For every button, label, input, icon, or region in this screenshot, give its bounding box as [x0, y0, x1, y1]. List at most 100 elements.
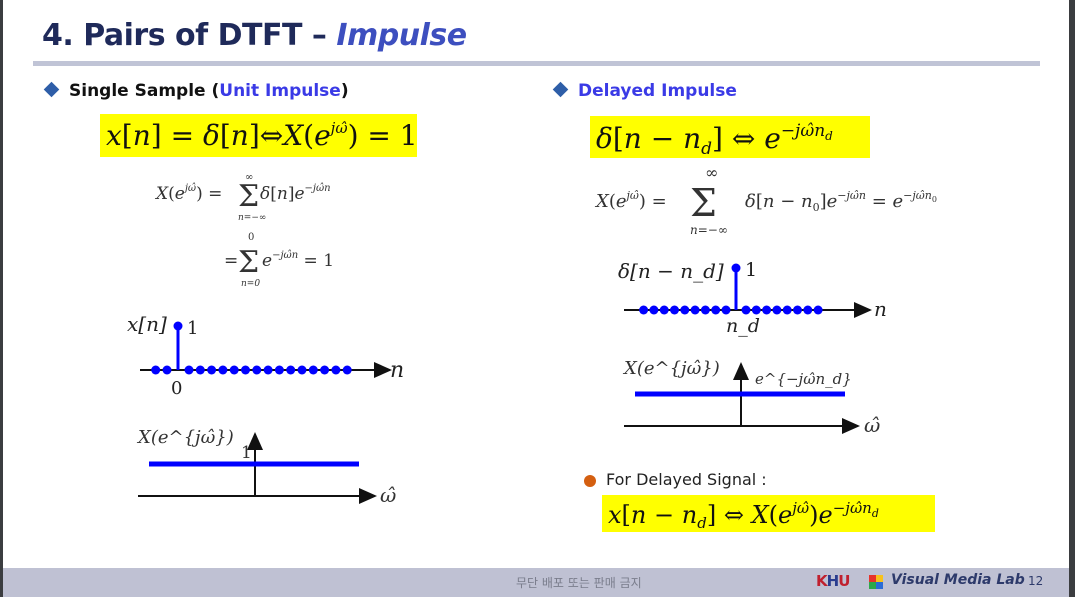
- spectrum-ylabel: X(e^{jω̂}): [136, 427, 234, 448]
- svg-text:Σ: Σ: [238, 179, 259, 214]
- zero-sample-dot: [342, 365, 352, 375]
- svg-text:x[n − nd] ⇔ X(ejω̂)e−jω̂nd: x[n − nd] ⇔ X(ejω̂)e−jω̂nd: [608, 499, 879, 532]
- diamond-bullet-icon: [43, 81, 60, 98]
- svg-text:n=0: n=0: [241, 279, 260, 289]
- khu-logo-k: K: [816, 572, 828, 590]
- khu-logo: KHU: [816, 572, 850, 590]
- omega-axis-label: ω̂: [380, 483, 396, 507]
- stem-origin-label: 0: [171, 378, 182, 399]
- stem-ylabel: δ[n − n_d]: [618, 259, 724, 283]
- slide-title: 4. Pairs of DTFT – Impulse: [42, 18, 467, 53]
- lab-logo-square: [869, 582, 876, 589]
- highlight-delayed-impulse-pair: δ[n − nd] ⇔ e−jω̂nd: [590, 116, 870, 159]
- zero-sample-dot: [649, 305, 659, 315]
- unit-impulse-pair-formula: x[n] = δ[n]⇔X(ejω̂) = 1: [106, 119, 418, 152]
- lab-name: Visual Media Lab: [891, 572, 1025, 588]
- svg-text:Σ: Σ: [238, 245, 259, 280]
- zero-sample-dot: [241, 365, 250, 375]
- zero-sample-dot: [286, 365, 296, 375]
- delayed-impulse-pair-formula: δ[n − nd] ⇔ e−jω̂nd: [596, 121, 833, 159]
- highlight-delayed-signal-pair: x[n − nd] ⇔ X(ejω̂)e−jω̂nd: [602, 495, 935, 532]
- delayed-impulse-spectrum-plot: X(e^{jω̂}) e^{−jω̂n_d} ω̂: [622, 358, 880, 437]
- bullet-text-suffix: ): [340, 81, 349, 101]
- zero-sample-dot: [680, 305, 690, 315]
- svg-text:0: 0: [248, 232, 254, 243]
- zero-sample-dot: [803, 305, 813, 315]
- zero-sample-dot: [721, 305, 731, 315]
- note-label: For Delayed Signal :: [606, 470, 767, 489]
- spectrum-level-label: e^{−jω̂n_d}: [755, 370, 852, 388]
- zero-sample-dot: [690, 305, 700, 315]
- unit-impulse-stem-plot: n x[n] 1 0: [127, 312, 404, 399]
- stem-value-label: 1: [745, 259, 757, 281]
- svg-text:e−jω̂n = 1: e−jω̂n = 1: [262, 250, 334, 271]
- stem-samples: [151, 321, 352, 375]
- svg-text:X(ejω̂) =: X(ejω̂) =: [154, 183, 222, 204]
- highlight-unit-impulse-pair: x[n] = δ[n]⇔X(ejω̂) = 1: [100, 114, 418, 157]
- svg-text:X(ejω̂) =: X(ejω̂) =: [594, 189, 667, 212]
- zero-sample-dot: [184, 365, 194, 375]
- n-axis-label: n: [874, 297, 887, 321]
- svg-text:n=−∞: n=−∞: [690, 223, 728, 237]
- delayed-signal-pair-formula: x[n − nd] ⇔ X(ejω̂)e−jω̂nd: [608, 499, 879, 532]
- unit-impulse-derivation: X(ejω̂) = Σ ∞ n=−∞ δ[n]e−jω̂n = Σ 0 n=0 …: [154, 172, 334, 289]
- svg-text:n=−∞: n=−∞: [238, 213, 266, 223]
- lab-logo-icon: [869, 575, 883, 589]
- zero-sample-dot: [162, 365, 172, 375]
- zero-sample-dot: [297, 365, 307, 375]
- bullet-text: Single Sample (: [69, 81, 220, 101]
- zero-sample-dot: [252, 365, 262, 375]
- zero-sample-dot: [274, 365, 284, 375]
- svg-text:x[n] = δ[n]⇔X(ejω̂) = 1: x[n] = δ[n]⇔X(ejω̂) = 1: [106, 119, 417, 152]
- zero-sample-dot: [151, 365, 161, 375]
- zero-sample-dot: [711, 305, 721, 315]
- slide-title-main: 4. Pairs of DTFT –: [42, 18, 337, 53]
- svg-text:∞: ∞: [705, 163, 718, 182]
- impulse-sample-dot: [173, 321, 183, 331]
- zero-sample-dot: [320, 365, 330, 375]
- zero-sample-dot: [793, 305, 802, 315]
- svg-text:δ[n − n0]e−jω̂n = e−jω̂n0: δ[n − n0]e−jω̂n = e−jω̂n0: [745, 189, 937, 214]
- khu-logo-u: U: [838, 572, 850, 590]
- bullet-text: Delayed Impulse: [578, 81, 737, 101]
- zero-sample-dot: [670, 305, 679, 315]
- bullet-highlight-text: Unit Impulse: [219, 81, 341, 101]
- stem-value-label: 1: [187, 318, 198, 339]
- zero-sample-dot: [772, 305, 782, 315]
- zero-sample-dot: [229, 365, 239, 375]
- zero-sample-dot: [207, 365, 217, 375]
- khu-logo-h: H: [826, 572, 840, 590]
- zero-sample-dot: [751, 305, 761, 315]
- lab-logo-square: [876, 582, 883, 589]
- n-axis-label: n: [390, 358, 404, 383]
- svg-text:∞: ∞: [245, 172, 253, 183]
- unit-impulse-spectrum-plot: X(e^{jω̂}) 1 ω̂: [136, 427, 396, 507]
- lab-logo-square: [869, 575, 876, 582]
- window-edge-left: [0, 0, 3, 597]
- zero-sample-dot: [195, 365, 205, 375]
- svg-text:=: =: [224, 251, 238, 271]
- slide-footer: 무단 배포 또는 판매 금지 KHU Visual Media Lab 12: [3, 568, 1069, 597]
- zero-sample-dot: [263, 365, 273, 375]
- zero-sample-dot: [741, 305, 751, 315]
- zero-sample-dot: [782, 305, 792, 315]
- page-number: 12: [1028, 574, 1044, 588]
- zero-sample-dot: [308, 365, 318, 375]
- zero-sample-dot: [659, 305, 669, 315]
- svg-text:δ[n]e−jω̂n: δ[n]e−jω̂n: [260, 183, 331, 204]
- stem-ylabel: x[n]: [127, 312, 167, 336]
- delayed-impulse-stem-plot: n δ[n − n_d] 1 n_d: [618, 259, 887, 337]
- title-rule: [33, 61, 1040, 66]
- slide-title-accent: Impulse: [336, 18, 467, 53]
- svg-text:Σ: Σ: [690, 181, 717, 225]
- zero-sample-dot: [762, 305, 772, 315]
- delayed-impulse-derivation: X(ejω̂) = Σ ∞ n=−∞ δ[n − n0]e−jω̂n = e−j…: [594, 163, 937, 237]
- zero-sample-dot: [218, 365, 228, 375]
- omega-axis-label: ω̂: [864, 413, 880, 437]
- bullet-delayed-impulse: Delayed Impulse: [552, 81, 737, 101]
- window-edge-right: [1069, 0, 1075, 597]
- zero-sample-dot: [639, 305, 649, 315]
- diamond-bullet-icon: [552, 81, 569, 98]
- spectrum-level-label: 1: [241, 443, 252, 463]
- zero-sample-dot: [700, 305, 710, 315]
